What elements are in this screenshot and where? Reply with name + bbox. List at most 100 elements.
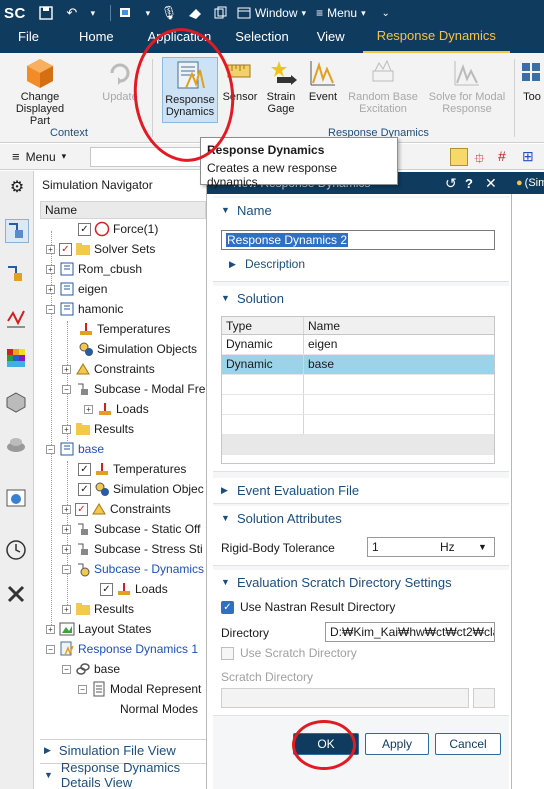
response-dynamics-button[interactable]: Response Dynamics (162, 57, 218, 123)
folder-browse-icon[interactable] (473, 688, 495, 708)
expand-icon[interactable]: + (62, 544, 71, 554)
expand-icon[interactable]: + (84, 404, 93, 414)
expand-icon[interactable]: + (46, 284, 55, 294)
collapse-icon[interactable]: − (46, 304, 55, 314)
event-evaluation-header[interactable]: ▶ Event Evaluation File (213, 478, 509, 502)
tab-selection[interactable]: Selection (225, 26, 302, 53)
sensor-button[interactable]: Sensor (222, 57, 258, 103)
simulation-file-view-panel[interactable]: ▶ Simulation File View (40, 739, 206, 761)
solution-section-header[interactable]: ▼ Solution (213, 286, 509, 310)
microphone-icon[interactable]: 🎙 (159, 4, 179, 22)
collapse-icon[interactable]: − (46, 644, 55, 654)
name-column-header[interactable]: Name (304, 317, 494, 334)
tree-node-eigen[interactable]: + eigen (46, 279, 107, 299)
random-base-excitation-button[interactable]: Random Base Excitation (344, 57, 422, 115)
tab-response-dynamics[interactable]: Response Dynamics (362, 26, 510, 53)
web-browser-icon[interactable] (5, 487, 29, 511)
tree-node-results[interactable]: + Results (62, 599, 134, 619)
tree-node-subcase-dynamics[interactable]: − Subcase - Dynamics (62, 559, 204, 579)
tree-node-constraints[interactable]: + ✓ Constraints (62, 499, 171, 519)
update-button[interactable]: Update (98, 57, 142, 103)
expand-icon[interactable]: + (62, 524, 71, 534)
expand-icon[interactable]: + (62, 364, 71, 374)
tab-file[interactable]: File (0, 26, 53, 53)
assembly-icon[interactable] (5, 433, 29, 457)
expand-icon[interactable]: + (62, 604, 71, 614)
customize-icon[interactable]: ⌄ (376, 4, 396, 22)
expand-icon[interactable]: + (62, 504, 71, 514)
solve-modal-response-button[interactable]: Solve for Modal Response (424, 57, 510, 115)
graph-icon[interactable] (5, 307, 29, 331)
use-scratch-directory-checkbox[interactable]: Use Scratch Directory (221, 646, 357, 660)
checkbox-checked[interactable]: ✓ (100, 582, 113, 596)
strain-gage-button[interactable]: Strain Gage (262, 57, 300, 115)
tree-node-temperatures[interactable]: ✓ Temperatures (78, 459, 186, 479)
checkbox-checked[interactable]: ✓ (78, 482, 91, 496)
dropdown-arrow-icon[interactable]: ▾ (88, 4, 98, 22)
close-icon[interactable]: ✕ (485, 175, 497, 192)
tools-wrench-icon[interactable] (5, 583, 29, 607)
description-section-header[interactable]: ▶ Description (221, 254, 305, 274)
ok-button[interactable]: OK (293, 733, 359, 755)
color-palette-icon[interactable] (5, 347, 29, 371)
undo-icon[interactable]: ↶ (62, 4, 82, 22)
collapse-icon[interactable]: − (78, 684, 87, 694)
tab-application[interactable]: Application (128, 26, 226, 53)
checkbox-checked[interactable]: ✓ (75, 502, 88, 516)
tree-node-loads[interactable]: + Loads (84, 399, 149, 419)
response-dynamics-details-view-panel[interactable]: ▼ Response Dynamics Details View (40, 760, 206, 789)
expand-icon[interactable]: + (46, 264, 55, 274)
tree-node-results[interactable]: + Results (62, 419, 134, 439)
apply-button[interactable]: Apply (365, 733, 429, 755)
save-icon[interactable] (36, 4, 56, 22)
window-menu[interactable]: Window ▾ (237, 6, 306, 20)
selection-filter-combo[interactable] (90, 147, 202, 167)
help-icon[interactable]: ? (465, 176, 473, 191)
checkbox-checked[interactable]: ✓ (78, 222, 91, 236)
simulation-navigator-icon[interactable] (5, 219, 29, 243)
dropdown-arrow-icon[interactable]: ▾ (143, 4, 153, 22)
part-icon[interactable] (5, 391, 29, 415)
directory-input[interactable]: D:₩Kim_Kai₩hw₩ct₩ct2₩clar (325, 622, 495, 642)
expand-icon[interactable]: + (46, 624, 55, 634)
table-row[interactable]: Dynamic eigen (222, 335, 494, 355)
tree-node-rd-base[interactable]: − base (62, 659, 120, 679)
collapse-icon[interactable]: − (62, 384, 71, 394)
type-column-header[interactable]: Type (222, 317, 304, 334)
select-all-icon[interactable]: ⊞ (522, 148, 534, 165)
collapse-icon[interactable]: − (46, 444, 55, 454)
snap-icon[interactable]: ⯐ (474, 148, 485, 172)
tree-node-rom-cbush[interactable]: + Rom_cbush (46, 259, 142, 279)
tools-button[interactable]: Too (520, 57, 544, 103)
right-panel-tab[interactable]: ● (Sim (512, 172, 544, 194)
main-menu[interactable]: ≡ Menu ▾ (316, 6, 366, 20)
eraser-icon[interactable] (185, 4, 205, 22)
tree-node-force[interactable]: ✓ Force(1) (78, 219, 158, 239)
part-navigator-icon[interactable] (5, 263, 29, 287)
display-icon[interactable] (117, 4, 137, 22)
tree-node-solver-sets[interactable]: + ✓ Solver Sets (46, 239, 155, 259)
cancel-button[interactable]: Cancel (435, 733, 501, 755)
tree-node-subcase-static[interactable]: + Subcase - Static Off (62, 519, 201, 539)
tree-node-response-dynamics-1[interactable]: − Response Dynamics 1 (46, 639, 198, 659)
copy-icon[interactable] (211, 4, 231, 22)
solution-attributes-header[interactable]: ▼ Solution Attributes (213, 506, 509, 530)
tree-node-layout-states[interactable]: + Layout States (46, 619, 151, 639)
tree-node-hamonic[interactable]: − hamonic (46, 299, 123, 319)
tree-node-base[interactable]: − base (46, 439, 104, 459)
evaluation-scratch-header[interactable]: ▼ Evaluation Scratch Directory Settings (213, 570, 509, 594)
tab-view[interactable]: View (303, 26, 359, 53)
expand-icon[interactable]: + (62, 424, 71, 434)
checkbox-checked[interactable]: ✓ (78, 462, 91, 476)
grid-icon[interactable]: # (498, 148, 506, 164)
expand-icon[interactable]: + (46, 244, 55, 254)
tree-node-temperatures[interactable]: Temperatures (78, 319, 170, 339)
name-column-header[interactable]: Name (40, 201, 206, 219)
gear-icon[interactable]: ⚙ (5, 177, 29, 201)
tree-node-normal-modes[interactable]: Normal Modes (120, 699, 198, 719)
collapse-icon[interactable]: − (62, 664, 71, 674)
name-section-header[interactable]: ▼ Name (213, 198, 509, 222)
event-button[interactable]: Event (306, 57, 340, 103)
change-displayed-part-button[interactable]: Change Displayed Part (6, 57, 74, 127)
reset-icon[interactable]: ↺ (445, 175, 457, 192)
